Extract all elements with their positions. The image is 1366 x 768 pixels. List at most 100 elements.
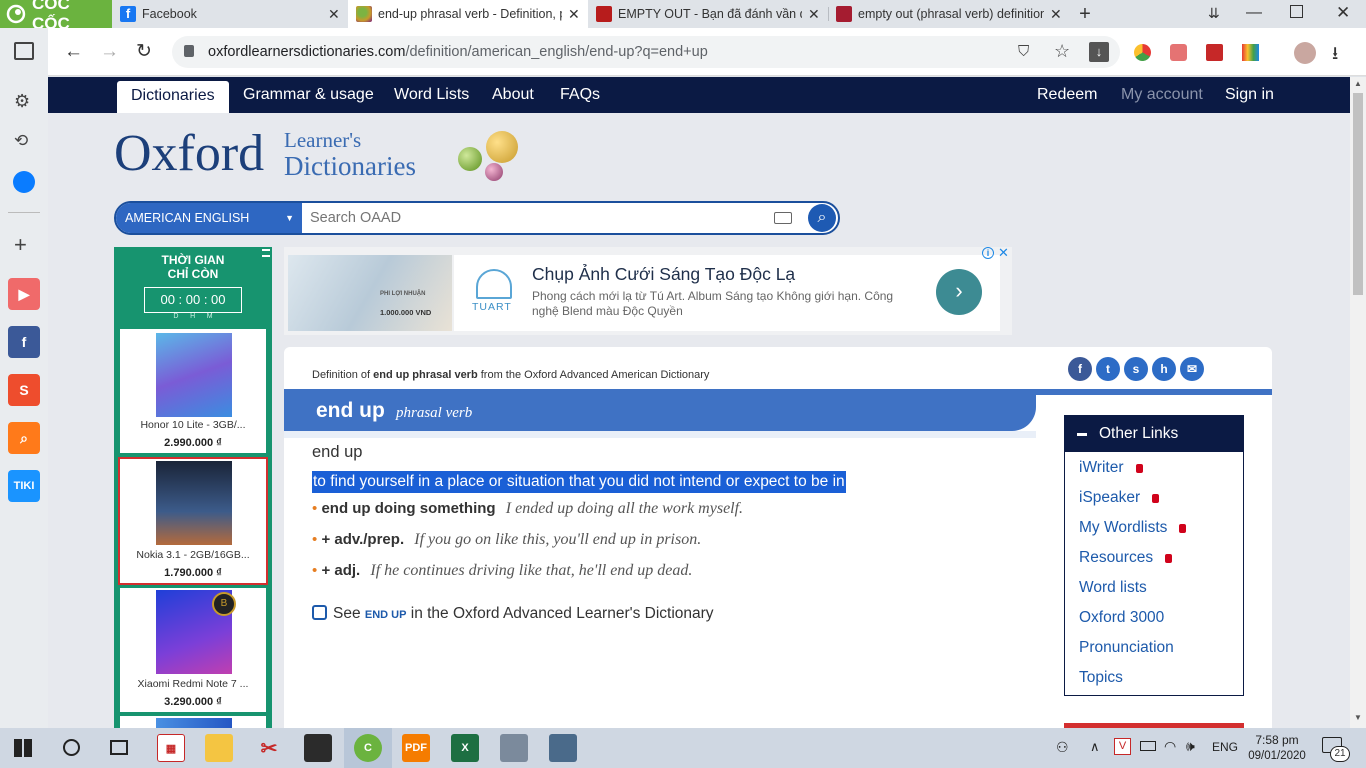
app-icon[interactable] — [549, 734, 577, 762]
tab-empty-out-macmillan[interactable]: empty out (phrasal verb) definition ✕ — [828, 0, 1070, 28]
sidebar-ad[interactable]: THỜI GIAN CHỈ CÒN 00 : 00 : 00 D H M Hon… — [114, 247, 272, 728]
gear-icon[interactable]: ⚙ — [14, 91, 30, 112]
scroll-up-icon[interactable]: ▲ — [1354, 79, 1362, 88]
nav-about[interactable]: About — [492, 77, 534, 113]
scroll-thumb[interactable] — [1353, 93, 1363, 295]
url-field[interactable]: oxfordlearnersdictionaries.com/definitio… — [172, 36, 1120, 68]
other-link-topics[interactable]: Topics — [1065, 663, 1243, 693]
sidebar-toggle-icon[interactable] — [14, 42, 34, 60]
youtube-icon[interactable]: ▶ — [8, 278, 40, 310]
product-card[interactable] — [120, 716, 266, 728]
search-button[interactable]: ⌕ — [808, 204, 836, 232]
clock-time[interactable]: 7:58 pm — [1252, 733, 1302, 747]
banner-ad[interactable]: PHI LỢI NHUẬN 1.000.000 VND TUART Chụp Ả… — [284, 245, 1012, 335]
tab-empty-out-hoc[interactable]: EMPTY OUT - Bạn đã đánh vần đú ✕ — [588, 0, 828, 28]
other-link-ispeaker[interactable]: iSpeaker — [1065, 483, 1243, 513]
shopee-icon[interactable]: S — [8, 374, 40, 406]
hi-share-icon[interactable]: h — [1152, 357, 1176, 381]
clock-date[interactable]: 09/01/2020 — [1248, 750, 1306, 762]
scroll-down-icon[interactable]: ▼ — [1354, 713, 1362, 722]
tray-expand-icon[interactable]: ∧ — [1090, 739, 1100, 755]
close-tab-icon[interactable]: ✕ — [568, 6, 580, 23]
close-tab-icon[interactable]: ✕ — [808, 6, 820, 23]
reload-button[interactable]: ↻ — [136, 40, 152, 63]
other-link-word-lists[interactable]: Word lists — [1065, 573, 1243, 603]
tab-end-up-definition[interactable]: end-up phrasal verb - Definition, p ✕ — [348, 0, 588, 28]
adchoices-icon[interactable]: i — [982, 247, 994, 259]
back-button[interactable]: ← — [64, 41, 83, 63]
nav-redeem[interactable]: Redeem — [1037, 77, 1097, 113]
other-link-my-wordlists[interactable]: My Wordlists — [1065, 513, 1243, 543]
logo-oxford[interactable]: Oxford — [114, 125, 264, 183]
nav-faqs[interactable]: FAQs — [560, 77, 600, 113]
email-share-icon[interactable]: ✉ — [1180, 357, 1204, 381]
people-icon[interactable]: ⚇ — [1056, 739, 1069, 756]
cortana-icon[interactable] — [63, 739, 80, 756]
unikey-icon[interactable]: V — [1114, 738, 1131, 755]
extension-icon[interactable] — [1206, 44, 1223, 61]
calendar-app-icon[interactable]: ▦ — [157, 734, 185, 762]
nav-word-lists[interactable]: Word Lists — [394, 77, 469, 113]
forward-button[interactable]: → — [100, 41, 119, 63]
language-indicator[interactable]: ENG — [1212, 740, 1238, 754]
avatar[interactable] — [1294, 42, 1316, 64]
close-window-button[interactable]: ✕ — [1336, 3, 1350, 23]
twitter-share-icon[interactable]: t — [1096, 357, 1120, 381]
dictionary-select[interactable]: AMERICAN ENGLISH ▼ — [116, 203, 302, 233]
tab-facebook[interactable]: f Facebook ✕ — [112, 0, 348, 28]
windows-start-icon[interactable] — [14, 739, 32, 757]
tiki-icon[interactable]: TIKI — [8, 470, 40, 502]
search-input[interactable] — [310, 207, 760, 229]
nav-my-account[interactable]: My account — [1121, 77, 1203, 113]
bookmark-star-icon[interactable]: ☆ — [1054, 41, 1070, 62]
tab-search-icon[interactable]: ⇊ — [1208, 5, 1220, 22]
snipping-tool-icon[interactable]: ✂ — [255, 734, 283, 762]
shield-icon[interactable]: ⛉ — [1018, 43, 1029, 60]
other-link-pronunciation[interactable]: Pronunciation — [1065, 633, 1243, 663]
other-link-iwriter[interactable]: iWriter — [1065, 453, 1243, 483]
nav-dictionaries[interactable]: Dictionaries — [117, 81, 229, 113]
page-scrollbar[interactable]: ▲ ▼ — [1350, 77, 1366, 728]
close-ad-icon[interactable]: ✕ — [998, 245, 1009, 261]
other-link-oxford-3000[interactable]: Oxford 3000 — [1065, 603, 1243, 633]
lock-icon[interactable] — [184, 45, 194, 57]
file-explorer-icon[interactable] — [205, 734, 233, 762]
search-app-icon[interactable]: ⌕ — [8, 422, 40, 454]
volume-icon[interactable]: 🕪 — [1186, 738, 1195, 755]
app-icon[interactable] — [500, 734, 528, 762]
downloads-icon[interactable]: ⭳ — [1332, 41, 1338, 71]
download-page-icon[interactable]: ↓ — [1089, 42, 1109, 62]
history-icon[interactable]: ⟲ — [14, 131, 28, 151]
other-links-header[interactable]: Other Links — [1065, 416, 1243, 452]
product-card[interactable]: Nokia 3.1 - 2GB/16GB... 1.790.000 ₫ — [118, 457, 268, 585]
product-card[interactable]: Honor 10 Lite - 3GB/... 2.990.000 ₫ — [120, 329, 266, 453]
sticky-app-icon[interactable] — [304, 734, 332, 762]
nav-grammar-usage[interactable]: Grammar & usage — [243, 77, 374, 113]
keyboard-icon[interactable] — [774, 212, 792, 224]
wifi-icon[interactable]: ◠ — [1164, 738, 1176, 755]
nav-sign-in[interactable]: Sign in — [1225, 77, 1274, 113]
coccoc-taskbar-icon[interactable]: C — [354, 734, 382, 762]
other-link-resources[interactable]: Resources — [1065, 543, 1243, 573]
close-tab-icon[interactable]: ✕ — [1050, 6, 1062, 23]
facebook-icon[interactable]: f — [8, 326, 40, 358]
messenger-icon[interactable] — [13, 171, 35, 193]
adblock-extension-icon[interactable] — [1170, 44, 1187, 61]
colorful-extension-icon[interactable] — [1242, 44, 1259, 61]
battery-icon[interactable] — [1140, 741, 1156, 751]
chrome-extension-icon[interactable] — [1134, 44, 1151, 61]
close-tab-icon[interactable]: ✕ — [328, 6, 340, 23]
coccoc-menu-button[interactable]: CỐC CỐC — [0, 0, 112, 33]
see-also-link[interactable]: See END UP in the Oxford Advanced Learne… — [312, 605, 714, 623]
pdf-app-icon[interactable]: PDF — [402, 734, 430, 762]
minimize-button[interactable]: — — [1246, 4, 1262, 22]
stumbleupon-share-icon[interactable]: s — [1124, 357, 1148, 381]
banner-next-button[interactable]: › — [936, 269, 982, 315]
restore-button[interactable] — [1290, 5, 1303, 18]
menu-icon[interactable] — [262, 249, 270, 257]
product-card[interactable]: B Xiaomi Redmi Note 7 ... 3.290.000 ₫ — [120, 588, 266, 712]
excel-icon[interactable]: X — [451, 734, 479, 762]
task-view-icon[interactable] — [110, 740, 128, 755]
add-icon[interactable]: + — [14, 232, 27, 258]
facebook-share-icon[interactable]: f — [1068, 357, 1092, 381]
